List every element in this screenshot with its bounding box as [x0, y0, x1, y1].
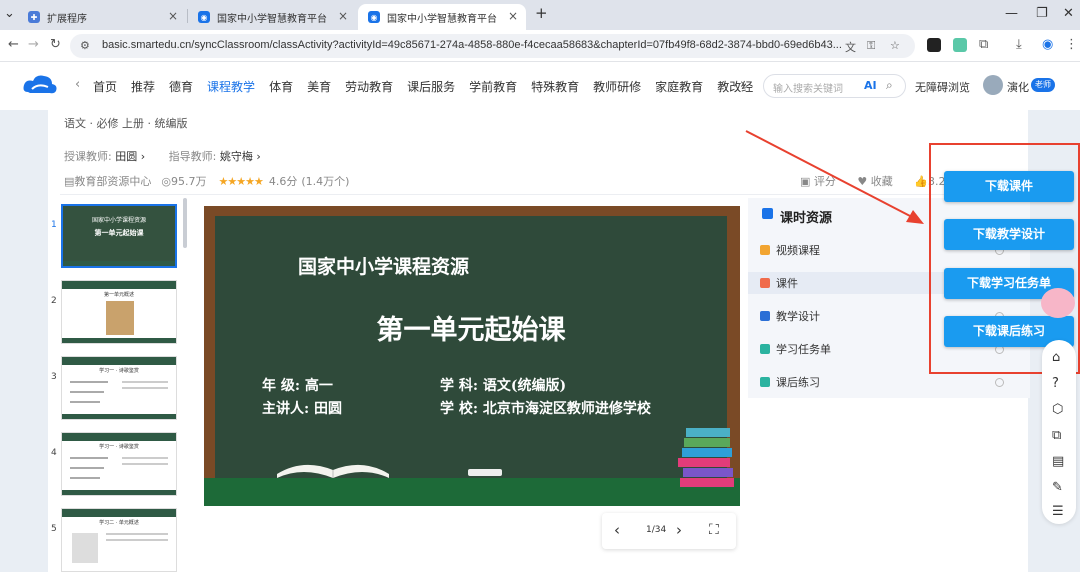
copy-icon[interactable]: ⧉: [1052, 428, 1061, 443]
home-icon[interactable]: ⌂: [1052, 350, 1060, 365]
collapse-icon[interactable]: ☰: [1052, 504, 1064, 519]
assistant-mascot-icon[interactable]: [1041, 288, 1075, 318]
download-courseware-button[interactable]: 下载课件: [944, 171, 1074, 202]
annotation-arrow-icon: [745, 130, 924, 224]
cube-icon[interactable]: ⬡: [1052, 402, 1063, 417]
document-icon[interactable]: ▤: [1052, 454, 1064, 469]
feedback-icon[interactable]: ✎: [1052, 480, 1063, 495]
help-icon[interactable]: ?: [1052, 376, 1059, 391]
download-lesson-design-button[interactable]: 下载教学设计: [944, 219, 1074, 250]
